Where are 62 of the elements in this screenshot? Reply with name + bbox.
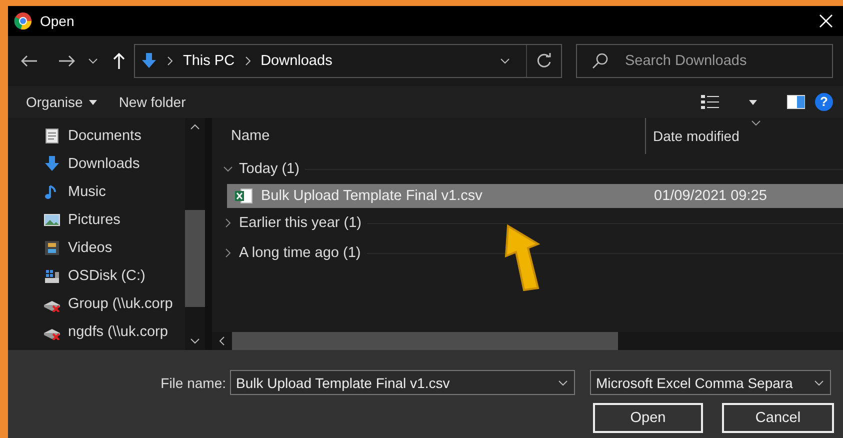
group-header[interactable]: Today (1) [239, 161, 300, 177]
expand-chevron-icon[interactable] [223, 164, 233, 174]
sidebar-item[interactable]: Music [44, 178, 185, 206]
help-button[interactable]: ? [815, 93, 833, 111]
recent-dropdown-icon[interactable] [88, 58, 98, 64]
file-row[interactable]: Bulk Upload Template Final v1.csv 01/09/2021 09:25 [227, 184, 843, 208]
scroll-up-icon[interactable] [190, 124, 200, 130]
field-label: File name: [160, 374, 227, 390]
sidebar-item[interactable]: ngdfs (\\uk.corp [44, 318, 185, 346]
group-header[interactable]: A long time ago (1) [239, 245, 361, 261]
refresh-icon[interactable] [536, 53, 552, 69]
view-list-icon[interactable] [701, 94, 719, 110]
sidebar-item[interactable]: Documents [44, 122, 185, 150]
scrollbar-thumb[interactable] [185, 210, 205, 307]
back-arrow-icon[interactable] [20, 54, 38, 68]
download-arrow-icon [44, 156, 60, 172]
file-name: Bulk Upload Template Final v1.csv [261, 188, 484, 204]
chevron-right-icon [167, 56, 173, 66]
browser-logo-icon [14, 12, 32, 30]
breadcrumb-item[interactable]: This PC [183, 53, 235, 69]
scroll-down-icon[interactable] [190, 338, 200, 344]
close-icon[interactable] [819, 14, 833, 28]
dropdown-chevron-icon [814, 380, 824, 386]
download-arrow-icon [141, 53, 157, 69]
organise-button[interactable]: Organise [20, 90, 103, 114]
collapse-chevron-icon[interactable] [223, 248, 233, 258]
sidebar-item[interactable]: Videos [44, 234, 185, 262]
window-title: Open [40, 13, 74, 29]
file-type-dropdown[interactable]: Microsoft Excel Comma Separa [590, 370, 831, 395]
sidebar-item[interactable]: Downloads [44, 150, 185, 178]
file-date: 01/09/2021 09:25 [654, 188, 767, 204]
column-header[interactable]: Name [212, 128, 645, 144]
film-icon [44, 240, 60, 256]
address-dropdown-icon [500, 58, 510, 64]
picture-icon [44, 212, 60, 228]
chevron-right-icon [244, 56, 251, 66]
sidebar-item[interactable]: Group (\\uk.corp [44, 290, 185, 318]
preview-pane-icon[interactable] [787, 95, 805, 109]
sidebar-item[interactable]: Pictures [44, 206, 185, 234]
collapse-chevron-icon[interactable] [223, 218, 233, 228]
search-field[interactable]: Search Downloads [576, 44, 833, 78]
drive-icon [44, 268, 60, 284]
open-button[interactable]: Open [593, 403, 703, 433]
breadcrumb-item[interactable]: Downloads [260, 53, 332, 69]
new-folder-button[interactable]: New folder [112, 90, 192, 114]
cancel-button[interactable]: Cancel [722, 403, 834, 433]
scroll-left-icon[interactable] [219, 336, 225, 346]
forward-arrow-icon[interactable] [58, 54, 76, 68]
sidebar-item[interactable]: OSDisk (C:) [44, 262, 185, 290]
view-dropdown-icon[interactable] [749, 100, 757, 104]
dropdown-chevron-icon [558, 380, 568, 386]
document-icon [44, 128, 60, 144]
column-header[interactable]: Date modified [653, 128, 740, 144]
sort-chevron-icon [751, 120, 761, 126]
search-icon [592, 53, 608, 69]
file-name-field[interactable]: Bulk Upload Template Final v1.csv [230, 370, 575, 395]
up-arrow-icon[interactable] [112, 52, 126, 70]
group-header[interactable]: Earlier this year (1) [239, 215, 362, 231]
spreadsheet-file-icon [235, 188, 253, 204]
address-bar[interactable]: This PC Downloads [134, 44, 562, 78]
caret-icon [88, 100, 97, 104]
scrollbar-thumb[interactable] [232, 332, 618, 350]
